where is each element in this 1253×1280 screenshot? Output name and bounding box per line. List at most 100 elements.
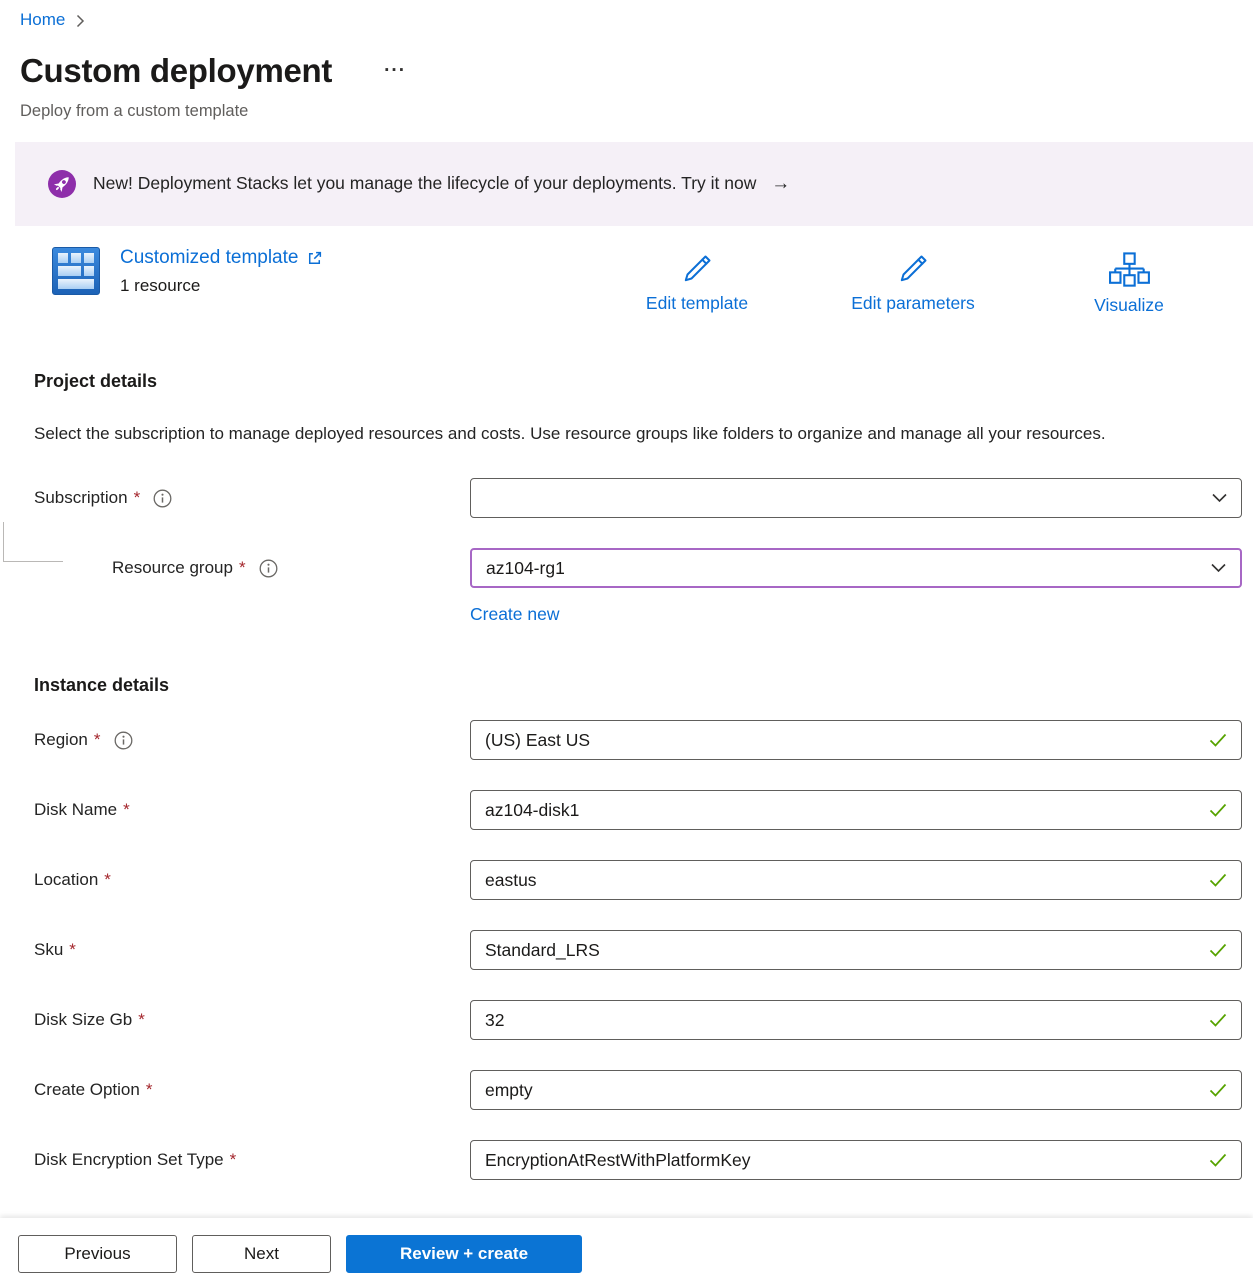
sku-input[interactable]: Standard_LRS <box>470 930 1242 970</box>
template-actions: Edit template Edit parameters <box>589 247 1237 316</box>
disk-size-input[interactable]: 32 <box>470 1000 1242 1040</box>
resource-group-row: Resource group * az104-rg1 <box>34 548 1242 588</box>
valid-check-icon <box>1209 803 1227 817</box>
subscription-resource-group-connector <box>3 522 63 562</box>
title-row: Custom deployment ··· <box>0 52 1253 90</box>
resource-group-label: Resource group <box>112 558 233 578</box>
disk-encryption-label-group: Disk Encryption Set Type * <box>34 1150 470 1170</box>
disk-encryption-label: Disk Encryption Set Type <box>34 1150 224 1170</box>
visualize-button[interactable]: Visualize <box>1021 247 1237 316</box>
disk-size-row: Disk Size Gb * 32 <box>34 1000 1242 1040</box>
sku-label: Sku <box>34 940 63 960</box>
page-subtitle: Deploy from a custom template <box>0 102 1253 121</box>
pencil-icon <box>680 252 714 293</box>
breadcrumb: Home <box>0 0 1253 30</box>
project-details-heading: Project details <box>0 371 1253 392</box>
next-button[interactable]: Next <box>192 1235 331 1273</box>
template-icon <box>52 247 100 295</box>
region-value: (US) East US <box>485 730 1201 751</box>
more-options-button[interactable]: ··· <box>378 58 412 84</box>
subscription-select[interactable] <box>470 478 1242 518</box>
pencil-icon <box>896 252 930 293</box>
info-icon[interactable] <box>153 489 172 508</box>
valid-check-icon <box>1209 1013 1227 1027</box>
template-card-row: Customized template 1 resource <box>52 247 1237 316</box>
chevron-down-icon <box>1212 493 1227 503</box>
location-row: Location * eastus <box>34 860 1242 900</box>
disk-name-label: Disk Name <box>34 800 117 820</box>
required-marker: * <box>230 1150 237 1170</box>
hierarchy-icon <box>1108 252 1150 295</box>
rocket-icon <box>48 170 76 198</box>
disk-size-label: Disk Size Gb <box>34 1010 132 1030</box>
info-icon[interactable] <box>259 559 278 578</box>
sku-label-group: Sku * <box>34 940 470 960</box>
page-title: Custom deployment <box>20 52 332 90</box>
previous-button[interactable]: Previous <box>18 1235 177 1273</box>
instance-details-heading: Instance details <box>0 675 1253 696</box>
edit-template-button[interactable]: Edit template <box>589 247 805 316</box>
required-marker: * <box>104 870 111 890</box>
create-option-input[interactable]: empty <box>470 1070 1242 1110</box>
valid-check-icon <box>1209 873 1227 887</box>
create-option-row: Create Option * empty <box>34 1070 1242 1110</box>
info-icon[interactable] <box>114 731 133 750</box>
resource-group-label-group: Resource group * <box>34 558 470 578</box>
subscription-label-group: Subscription * <box>34 488 470 508</box>
breadcrumb-home-link[interactable]: Home <box>20 10 65 30</box>
region-row: Region * (US) East US <box>34 720 1242 760</box>
create-option-label: Create Option <box>34 1080 140 1100</box>
location-value: eastus <box>485 870 1201 891</box>
disk-name-value: az104-disk1 <box>485 800 1201 821</box>
project-details-form: Subscription * Resource grou <box>0 478 1253 625</box>
location-label-group: Location * <box>34 870 470 890</box>
required-marker: * <box>146 1080 153 1100</box>
subscription-label: Subscription <box>34 488 128 508</box>
disk-encryption-set-type-row: Disk Encryption Set Type * EncryptionAtR… <box>34 1140 1242 1180</box>
edit-parameters-label: Edit parameters <box>851 293 975 314</box>
chevron-down-icon <box>1211 563 1226 573</box>
valid-check-icon <box>1209 1083 1227 1097</box>
disk-name-row: Disk Name * az104-disk1 <box>34 790 1242 830</box>
valid-check-icon <box>1209 943 1227 957</box>
location-input[interactable]: eastus <box>470 860 1242 900</box>
edit-template-label: Edit template <box>646 293 748 314</box>
disk-size-value: 32 <box>485 1010 1201 1031</box>
disk-size-label-group: Disk Size Gb * <box>34 1010 470 1030</box>
required-marker: * <box>138 1010 145 1030</box>
subscription-row: Subscription * <box>34 478 1242 518</box>
create-option-label-group: Create Option * <box>34 1080 470 1100</box>
valid-check-icon <box>1209 1153 1227 1167</box>
sku-row: Sku * Standard_LRS <box>34 930 1242 970</box>
disk-encryption-input[interactable]: EncryptionAtRestWithPlatformKey <box>470 1140 1242 1180</box>
required-marker: * <box>123 800 130 820</box>
customized-template-label: Customized template <box>120 247 298 269</box>
breadcrumb-chevron-icon <box>76 12 85 28</box>
banner-message: New! Deployment Stacks let you manage th… <box>93 173 677 193</box>
wizard-footer: Previous Next Review + create <box>0 1218 1253 1280</box>
required-marker: * <box>239 558 246 578</box>
disk-encryption-value: EncryptionAtRestWithPlatformKey <box>485 1150 1201 1171</box>
resource-group-select[interactable]: az104-rg1 <box>470 548 1242 588</box>
banner-arrow-icon[interactable]: → <box>771 173 790 194</box>
region-input[interactable]: (US) East US <box>470 720 1242 760</box>
required-marker: * <box>69 940 76 960</box>
template-card-text: Customized template 1 resource <box>120 247 323 296</box>
banner-try-it-now-link[interactable]: Try it now <box>681 173 756 193</box>
valid-check-icon <box>1209 733 1227 747</box>
external-link-icon <box>306 250 323 267</box>
create-new-link[interactable]: Create new <box>470 604 560 625</box>
region-label: Region <box>34 730 88 750</box>
customized-template-link[interactable]: Customized template <box>120 247 323 269</box>
resource-count: 1 resource <box>120 276 323 296</box>
location-label: Location <box>34 870 98 890</box>
project-details-description: Select the subscription to manage deploy… <box>0 418 1150 449</box>
review-create-button[interactable]: Review + create <box>346 1235 582 1273</box>
template-card: Customized template 1 resource <box>52 247 323 296</box>
page-content: Home Custom deployment ··· Deploy from a… <box>0 0 1253 1218</box>
banner-text: New! Deployment Stacks let you manage th… <box>93 173 790 195</box>
disk-name-label-group: Disk Name * <box>34 800 470 820</box>
sku-value: Standard_LRS <box>485 940 1201 961</box>
edit-parameters-button[interactable]: Edit parameters <box>805 247 1021 316</box>
disk-name-input[interactable]: az104-disk1 <box>470 790 1242 830</box>
